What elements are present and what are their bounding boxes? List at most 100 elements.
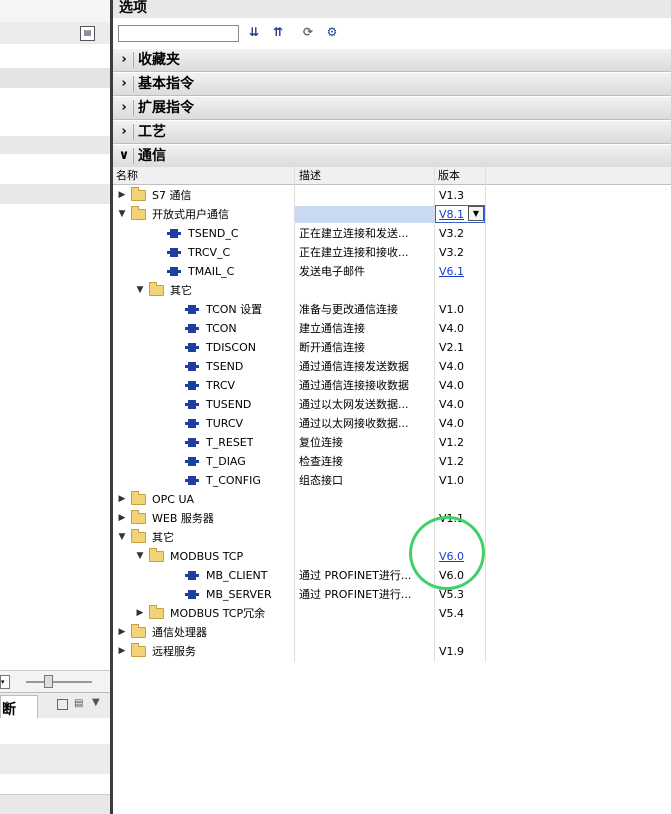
column-header-version[interactable]: 版本	[435, 167, 460, 184]
item-version: V4.0	[439, 379, 465, 392]
section-label: 扩展指令	[138, 100, 194, 116]
instruction-block-icon	[185, 419, 199, 428]
tree-row[interactable]: ▶ OPC UA	[113, 490, 671, 509]
tree-row[interactable]: TRCV 通过通信连接接收数据 V4.0	[113, 376, 671, 395]
section-label: 工艺	[138, 124, 166, 140]
version-select-box[interactable]	[435, 205, 485, 223]
chevron-down-icon[interactable]: ∨	[117, 146, 131, 166]
item-name: TSEND_C	[188, 227, 239, 240]
tree-row[interactable]: ▼ 开放式用户通信 V8.1 ▼	[113, 205, 671, 224]
tree-row[interactable]: T_RESET 复位连接 V1.2	[113, 433, 671, 452]
expand-arrow-icon[interactable]: ▶	[117, 490, 127, 509]
tree-row[interactable]: ▶ WEB 服务器 V1.1	[113, 509, 671, 528]
search-input[interactable]	[118, 25, 239, 42]
item-description: 正在建立连接和接收...	[299, 246, 409, 259]
expand-arrow-icon[interactable]: ▶	[117, 186, 127, 205]
folder-icon	[131, 510, 146, 524]
tree-row[interactable]: TMAIL_C 发送电子邮件 V6.1	[113, 262, 671, 281]
tree-row[interactable]: TCON 设置 准备与更改通信连接 V1.0	[113, 300, 671, 319]
chevron-down-icon[interactable]: ▼	[92, 697, 100, 708]
tree-row[interactable]: ▼ MODBUS TCP V6.0	[113, 547, 671, 566]
section-header[interactable]: › 扩展指令	[113, 96, 671, 120]
restore-icon[interactable]	[57, 699, 68, 710]
separator	[133, 148, 134, 164]
section-header[interactable]: › 工艺	[113, 120, 671, 144]
layout-icon[interactable]: ▤	[74, 698, 83, 709]
collapse-arrow-icon[interactable]: ▼	[135, 547, 145, 566]
section-header[interactable]: › 基本指令	[113, 72, 671, 96]
item-description: 建立通信连接	[299, 322, 365, 335]
folder-icon	[131, 206, 146, 220]
item-description: 检查连接	[299, 455, 343, 468]
left-pane-row	[0, 718, 110, 745]
settings-icon[interactable]: ⚙	[323, 23, 341, 41]
instruction-block-icon	[185, 400, 199, 409]
tree-row[interactable]: ▼ 其它	[113, 528, 671, 547]
chevron-right-icon[interactable]: ›	[117, 98, 131, 118]
version-check-icon[interactable]: ⟳	[299, 23, 317, 41]
tree-row[interactable]: TUSEND 通过以太网发送数据... V4.0	[113, 395, 671, 414]
folder-icon	[131, 529, 146, 543]
zoom-slider-thumb[interactable]	[44, 675, 53, 688]
item-name: WEB 服务器	[152, 512, 214, 525]
left-pane-zoom-bar: ▾	[0, 670, 110, 693]
item-name: TDISCON	[206, 341, 256, 354]
instructions-pane: 选项 ⇊ ⇈ ⟳ ⚙ › 收藏夹 › 基本指令 › 扩展指令 › 工艺 ∨ 通信 名称 描述 版本…	[113, 0, 671, 814]
folder-icon	[149, 605, 164, 619]
tree-row[interactable]: TSEND 通过通信连接发送数据 V4.0	[113, 357, 671, 376]
tree-row[interactable]: MB_CLIENT 通过 PROFINET进行... V6.0	[113, 566, 671, 585]
expand-arrow-icon[interactable]: ▶	[117, 623, 127, 642]
expand-arrow-icon[interactable]: ▶	[135, 604, 145, 623]
item-name: TRCV_C	[188, 246, 231, 259]
item-version: V1.2	[439, 455, 465, 468]
tree-row[interactable]: MB_SERVER 通过 PROFINET进行... V5.3	[113, 585, 671, 604]
version-link[interactable]: V6.1	[439, 262, 464, 281]
tree-row[interactable]: ▶ MODBUS TCP冗余 V5.4	[113, 604, 671, 623]
tree-row[interactable]: TCON 建立通信连接 V4.0	[113, 319, 671, 338]
expand-arrow-icon[interactable]: ▶	[117, 509, 127, 528]
dropdown-arrow-icon[interactable]: ▾	[0, 675, 10, 689]
item-version: V4.0	[439, 398, 465, 411]
tree-row[interactable]: T_DIAG 检查连接 V1.2	[113, 452, 671, 471]
window-icon[interactable]: ▤	[80, 26, 95, 41]
tree-row[interactable]: TURCV 通过以太网接收数据... V4.0	[113, 414, 671, 433]
section-label: 收藏夹	[138, 52, 180, 68]
left-pane-toolbar: ▤	[0, 22, 110, 45]
chevron-right-icon[interactable]: ›	[117, 50, 131, 70]
instruction-block-icon	[167, 248, 181, 257]
item-name: MB_SERVER	[206, 588, 272, 601]
item-name: TSEND	[206, 360, 244, 373]
chevron-right-icon[interactable]: ›	[117, 74, 131, 94]
tree-row[interactable]: T_CONFIG 组态接口 V1.0	[113, 471, 671, 490]
tab-diagnostics-label: 断	[2, 702, 16, 718]
section-header[interactable]: › 收藏夹	[113, 48, 671, 72]
chevron-right-icon[interactable]: ›	[117, 122, 131, 142]
item-version: V4.0	[439, 417, 465, 430]
item-version: V2.1	[439, 341, 465, 354]
column-header-name[interactable]: 名称	[113, 167, 138, 184]
instruction-block-icon	[167, 267, 181, 276]
item-version: V1.0	[439, 303, 465, 316]
tab-diagnostics[interactable]: 断	[0, 695, 38, 718]
tree-row[interactable]: ▼ 其它	[113, 281, 671, 300]
left-pane-row	[0, 154, 110, 184]
column-header-description[interactable]: 描述	[296, 167, 321, 184]
collapse-arrow-icon[interactable]: ▼	[117, 205, 127, 224]
collapse-all-icon[interactable]: ⇈	[269, 23, 287, 41]
tree-row[interactable]: TSEND_C 正在建立连接和发送... V3.2	[113, 224, 671, 243]
item-version: V3.2	[439, 227, 465, 240]
section-header[interactable]: ∨ 通信	[113, 144, 671, 168]
tree-row[interactable]: ▶ S7 通信 V1.3	[113, 186, 671, 205]
separator	[133, 52, 134, 68]
expand-all-icon[interactable]: ⇊	[245, 23, 263, 41]
tree-row[interactable]: TDISCON 断开通信连接 V2.1	[113, 338, 671, 357]
tree-row[interactable]: ▶ 通信处理器	[113, 623, 671, 642]
expand-arrow-icon[interactable]: ▶	[117, 642, 127, 661]
tree-row[interactable]: TRCV_C 正在建立连接和接收... V3.2	[113, 243, 671, 262]
zoom-slider[interactable]	[26, 681, 92, 683]
collapse-arrow-icon[interactable]: ▼	[117, 528, 127, 547]
tree-row[interactable]: ▶ 远程服务 V1.9	[113, 642, 671, 661]
left-pane: ▤ ▾ 断 ▤ ▼	[0, 0, 110, 814]
item-name: T_DIAG	[206, 455, 246, 468]
collapse-arrow-icon[interactable]: ▼	[135, 281, 145, 300]
